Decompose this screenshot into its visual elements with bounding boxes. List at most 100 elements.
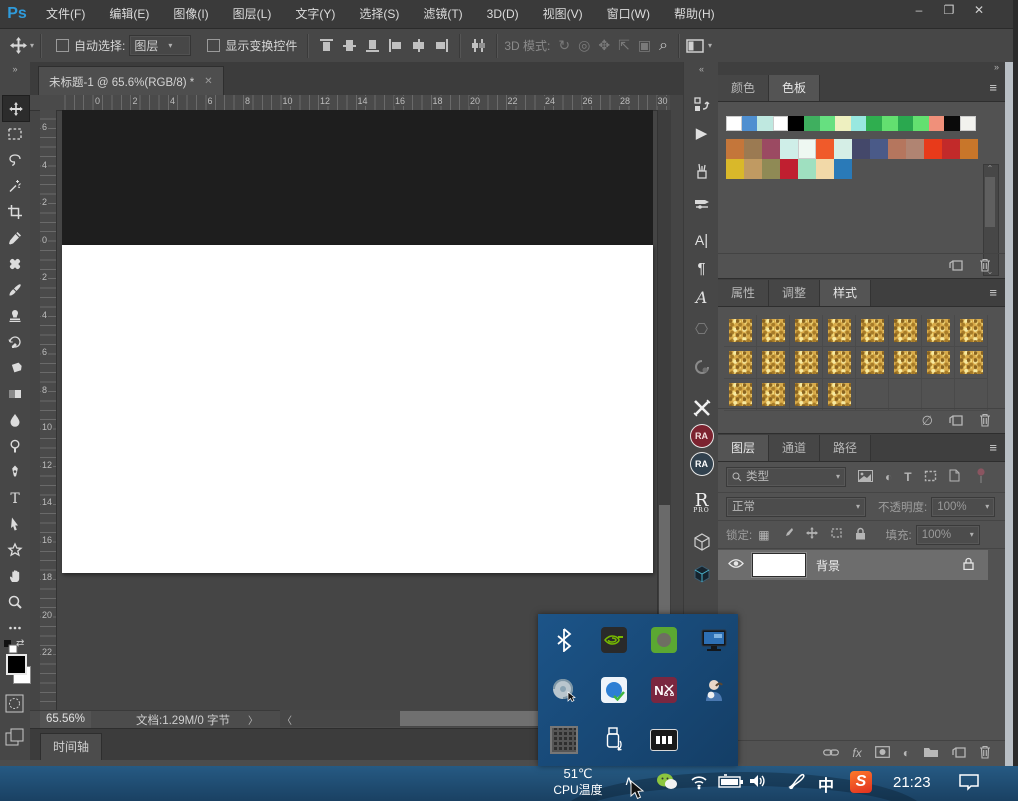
delete-swatch-button[interactable] bbox=[979, 258, 991, 275]
close-button[interactable]: ✕ bbox=[964, 0, 994, 22]
color-swatch[interactable] bbox=[852, 139, 870, 159]
color-swatch[interactable] bbox=[834, 159, 852, 179]
menu-item-2[interactable]: 编辑(E) bbox=[97, 0, 161, 28]
color-swatch[interactable] bbox=[762, 159, 780, 179]
gold-style-swatch[interactable] bbox=[828, 351, 851, 374]
color-swatch[interactable] bbox=[788, 116, 804, 131]
layer-filter-dropdown[interactable]: 类型▾ bbox=[726, 467, 846, 487]
fan-globe-icon[interactable] bbox=[550, 676, 578, 704]
color-swatch[interactable] bbox=[780, 159, 798, 179]
swatches-tab-2[interactable]: 色板 bbox=[769, 75, 820, 101]
zoom-tool[interactable] bbox=[2, 589, 28, 614]
marquee-tool[interactable] bbox=[2, 121, 28, 146]
bluetooth-icon[interactable] bbox=[550, 626, 578, 654]
color-swatch[interactable] bbox=[742, 116, 758, 131]
foreground-color-swatch[interactable] bbox=[6, 654, 27, 675]
maximize-button[interactable]: ❐ bbox=[934, 0, 964, 22]
color-swatch[interactable] bbox=[835, 116, 851, 131]
character-styles-icon[interactable]: A bbox=[684, 288, 719, 307]
lock-position-icon[interactable] bbox=[806, 527, 818, 542]
collapse-panels-icon[interactable]: « bbox=[684, 64, 719, 74]
filter-pixel-layers-icon[interactable] bbox=[858, 470, 873, 485]
glyphs-icon[interactable]: ⎔ bbox=[684, 320, 719, 338]
cube-dark-icon[interactable] bbox=[684, 564, 719, 587]
circle-loader-icon[interactable] bbox=[684, 358, 719, 379]
styles-tab-1[interactable]: 属性 bbox=[718, 280, 769, 306]
gold-style-swatch[interactable] bbox=[828, 383, 851, 406]
color-swatch[interactable] bbox=[924, 139, 942, 159]
toolbar-collapse-icon[interactable]: » bbox=[0, 62, 30, 74]
gold-style-swatch[interactable] bbox=[828, 319, 851, 342]
color-swatch[interactable] bbox=[798, 139, 816, 159]
ra-red-badge[interactable]: RA bbox=[684, 424, 719, 448]
nx-scissors-icon[interactable]: N bbox=[650, 676, 678, 704]
pen-tool[interactable] bbox=[2, 459, 28, 484]
character-icon[interactable]: A| bbox=[684, 232, 719, 249]
actions-icon[interactable]: ▶ bbox=[684, 124, 719, 142]
add-adjustment-button[interactable]: ◐ bbox=[903, 746, 910, 760]
stamp-tool[interactable] bbox=[2, 303, 28, 328]
styles-tab-3[interactable]: 样式 bbox=[820, 280, 871, 306]
gold-style-swatch[interactable] bbox=[927, 319, 950, 342]
menu-item-8[interactable]: 3D(D) bbox=[475, 0, 531, 28]
menu-item-5[interactable]: 文字(Y) bbox=[283, 0, 347, 28]
align-bottom-icon[interactable] bbox=[364, 37, 381, 54]
document-canvas[interactable] bbox=[62, 245, 653, 573]
brush-tool[interactable] bbox=[2, 277, 28, 302]
color-swatch[interactable] bbox=[780, 139, 798, 159]
distribute-icon[interactable] bbox=[470, 37, 487, 54]
document-tab[interactable]: 未标题-1 @ 65.6%(RGB/8) * ✕ bbox=[38, 66, 224, 96]
input-method-indicator[interactable]: 中 bbox=[818, 772, 834, 796]
blur-tool[interactable] bbox=[2, 407, 28, 432]
gold-style-swatch[interactable] bbox=[762, 383, 785, 406]
tools-x-icon[interactable] bbox=[684, 398, 719, 421]
color-swatch[interactable] bbox=[944, 116, 960, 131]
crop-tool[interactable] bbox=[2, 199, 28, 224]
horizontal-scrollbar-thumb[interactable] bbox=[400, 711, 546, 726]
wand-tool[interactable] bbox=[2, 173, 28, 198]
gold-style-swatch[interactable] bbox=[762, 351, 785, 374]
menu-item-10[interactable]: 窗口(W) bbox=[595, 0, 662, 28]
wifi-tray-icon[interactable] bbox=[688, 772, 710, 793]
filter-type-layers-icon[interactable]: T bbox=[904, 470, 911, 484]
battery-tray-icon[interactable] bbox=[718, 774, 744, 791]
color-swatch[interactable] bbox=[773, 116, 789, 131]
filter-pin-toggle[interactable] bbox=[976, 468, 986, 487]
filter-smart-objects-icon[interactable] bbox=[949, 469, 960, 485]
color-swatch[interactable] bbox=[726, 159, 744, 179]
workspace-toggle-icon[interactable]: ▾ bbox=[686, 39, 712, 53]
add-mask-button[interactable] bbox=[875, 746, 890, 761]
sogou-tray-icon[interactable]: S bbox=[850, 771, 872, 793]
align-hcenter-icon[interactable] bbox=[410, 37, 427, 54]
color-swatch[interactable] bbox=[960, 116, 976, 131]
layers-tab-1[interactable]: 图层 bbox=[718, 435, 769, 461]
blend-mode-dropdown[interactable]: 正常▾ bbox=[726, 497, 866, 517]
align-top-icon[interactable] bbox=[318, 37, 335, 54]
screen-mode-button[interactable] bbox=[5, 728, 24, 750]
gradient-tool[interactable] bbox=[2, 381, 28, 406]
color-swatch[interactable] bbox=[960, 139, 978, 159]
history-brush-tool[interactable] bbox=[2, 329, 28, 354]
swap-colors-icon[interactable]: ⇄ bbox=[16, 638, 24, 649]
menu-item-7[interactable]: 滤镜(T) bbox=[411, 0, 474, 28]
person-icon[interactable] bbox=[700, 676, 728, 704]
blue-check-icon[interactable] bbox=[600, 676, 628, 704]
color-swatch[interactable] bbox=[866, 116, 882, 131]
filter-shape-layers-icon[interactable] bbox=[924, 470, 937, 485]
new-swatch-button[interactable] bbox=[949, 258, 963, 274]
eyedropper-tool[interactable] bbox=[2, 225, 28, 250]
device-grid-icon[interactable] bbox=[650, 726, 678, 754]
color-swatch[interactable] bbox=[898, 116, 914, 131]
align-right-icon[interactable] bbox=[433, 37, 450, 54]
color-swatch[interactable] bbox=[913, 116, 929, 131]
gold-style-swatch[interactable] bbox=[927, 351, 950, 374]
history-icon[interactable] bbox=[684, 96, 719, 117]
gold-style-swatch[interactable] bbox=[795, 319, 818, 342]
color-swatch[interactable] bbox=[870, 139, 888, 159]
lasso-tool[interactable] bbox=[2, 147, 28, 172]
volume-tray-icon[interactable] bbox=[748, 773, 768, 792]
color-swatch[interactable] bbox=[906, 139, 924, 159]
gold-style-swatch[interactable] bbox=[894, 319, 917, 342]
swatches-panel-menu-icon[interactable]: ≡ bbox=[989, 80, 997, 95]
usb-eject-icon[interactable] bbox=[600, 726, 628, 754]
